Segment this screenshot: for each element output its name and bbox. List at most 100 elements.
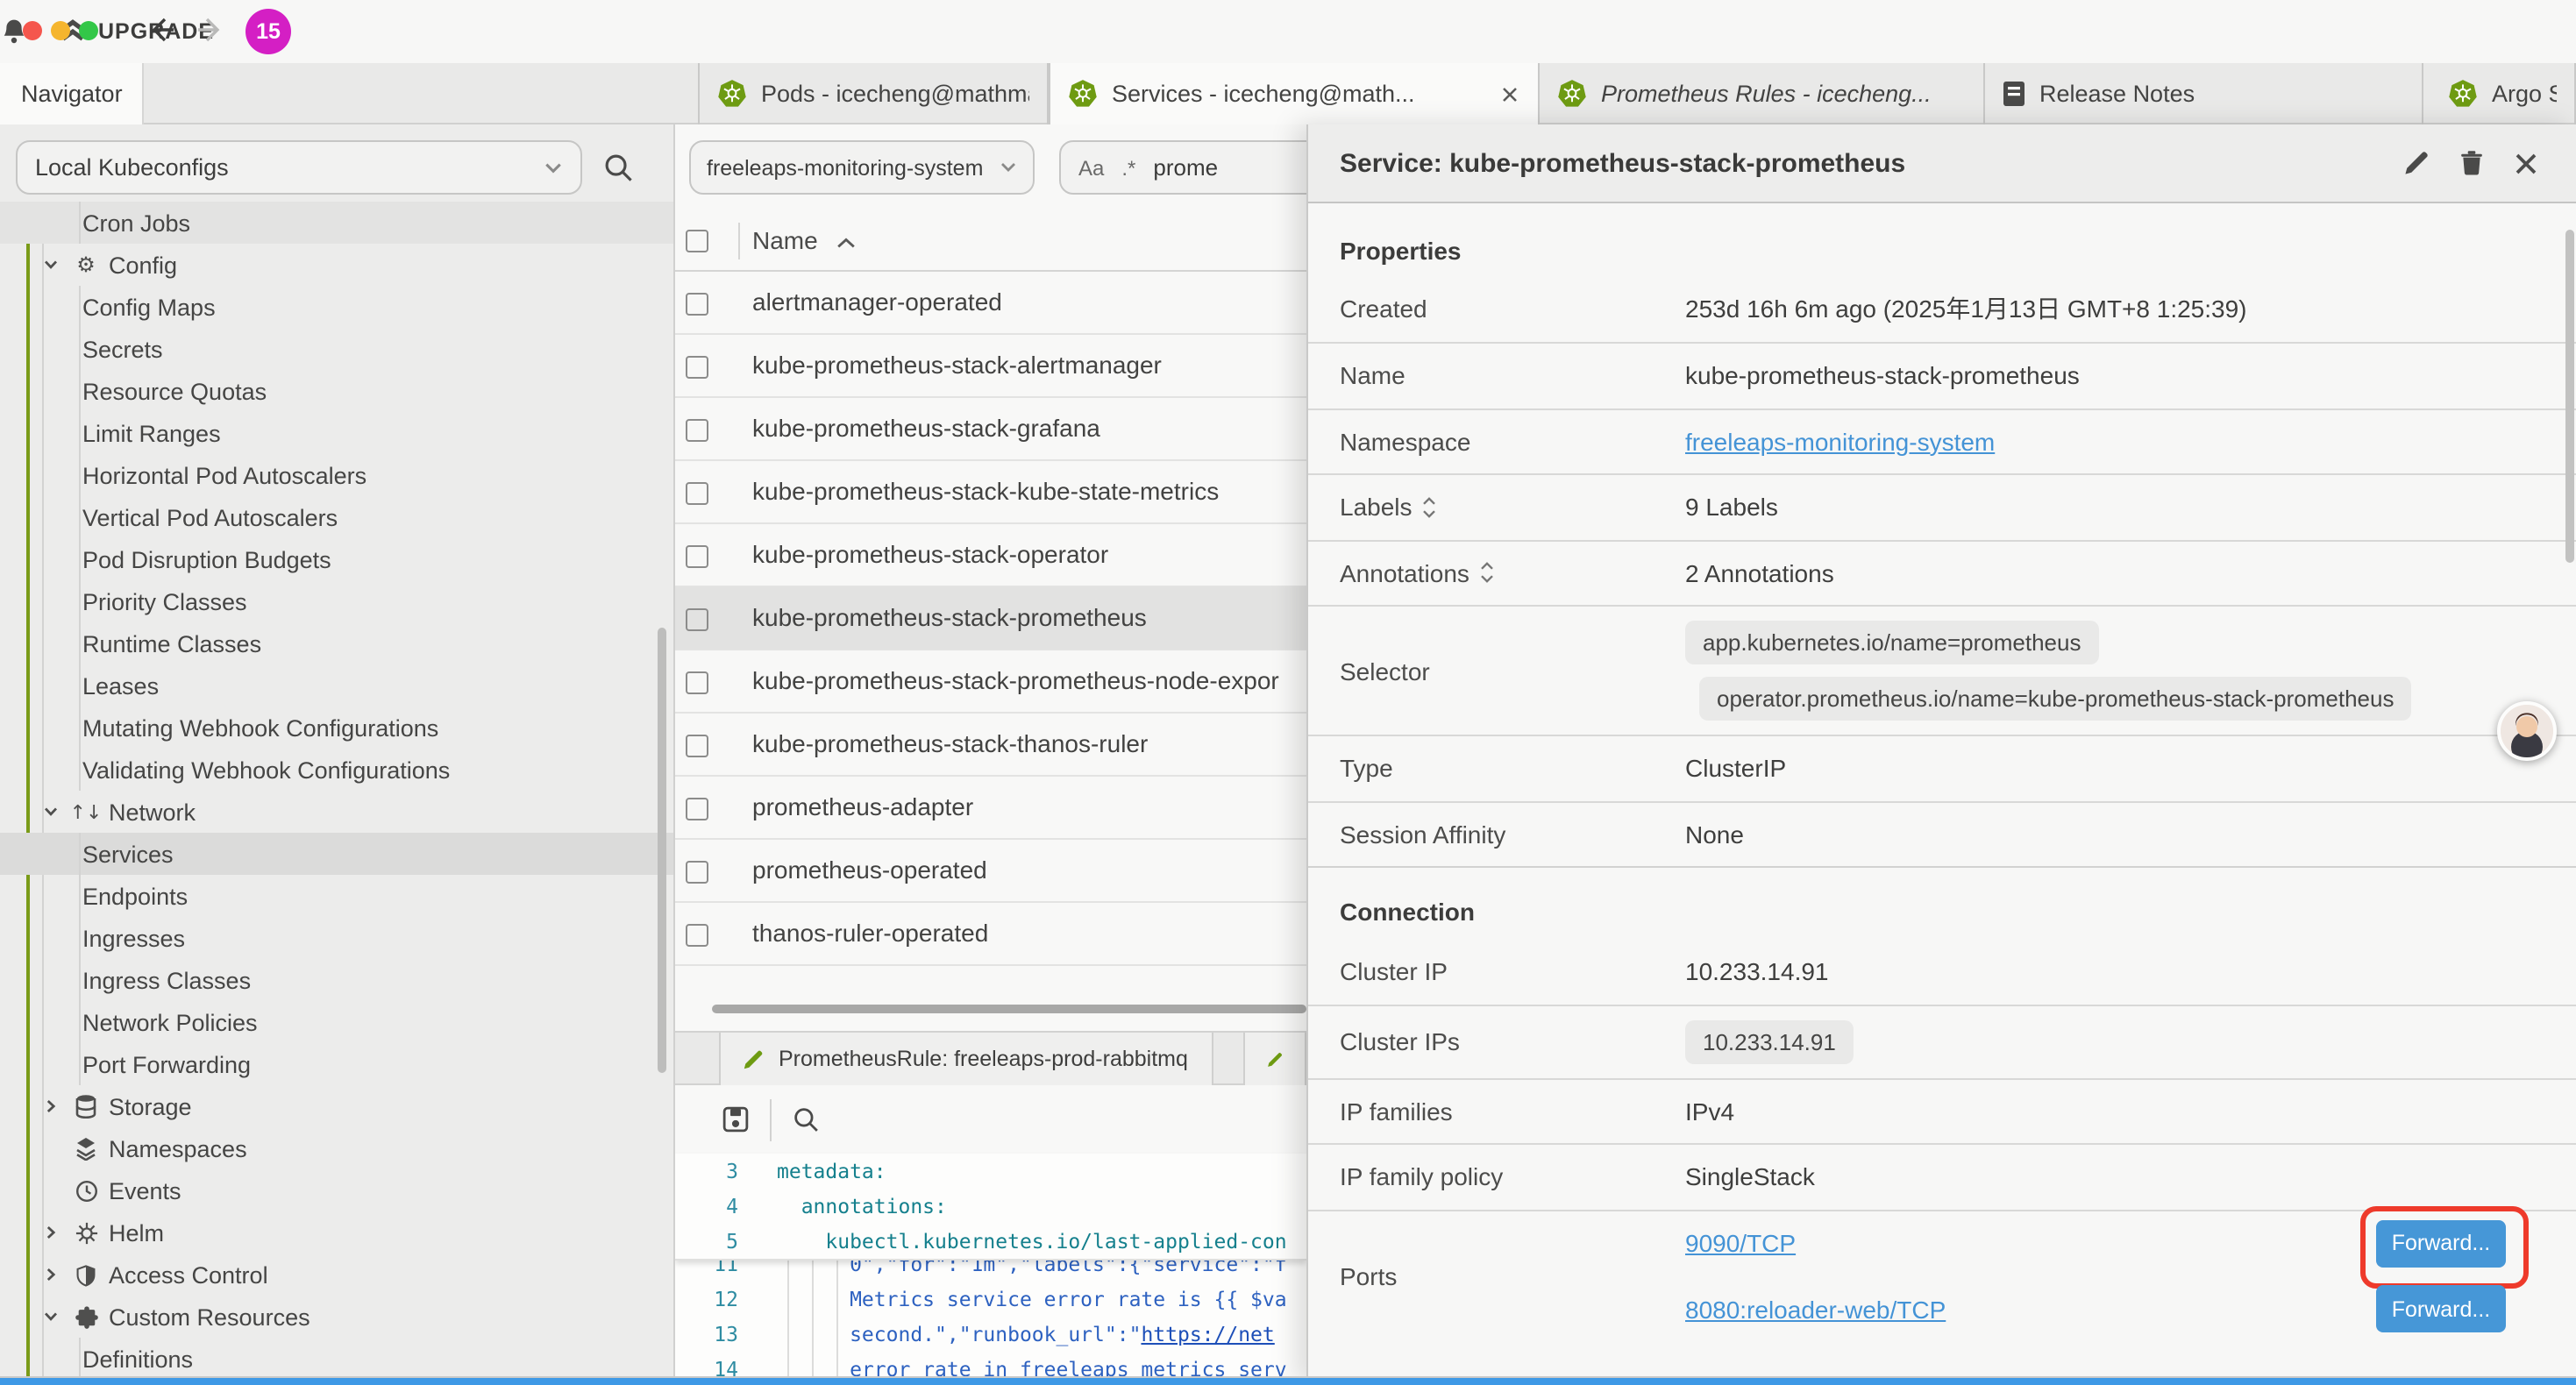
edit-pencil-icon[interactable] — [2402, 149, 2430, 177]
editor-tab[interactable]: PrometheusRule: freeleaps-prod-rabbitmq — [719, 1033, 1213, 1085]
chevron-down-icon[interactable] — [42, 256, 60, 273]
sidebar-item-definitions[interactable]: Definitions — [0, 1338, 675, 1380]
toolbar-divider — [770, 1098, 772, 1140]
select-all-checkbox[interactable] — [686, 230, 708, 252]
forward-button[interactable]: Forward... — [2376, 1286, 2506, 1333]
back-icon[interactable] — [147, 16, 175, 44]
close-window-button[interactable] — [23, 21, 42, 40]
sidebar-item-helm[interactable]: Helm — [0, 1211, 675, 1254]
trash-icon[interactable] — [2459, 149, 2485, 177]
sort-ascending-icon[interactable] — [836, 237, 856, 249]
sidebar-scrollbar[interactable] — [658, 628, 666, 1073]
sidebar-item-events[interactable]: Events — [0, 1169, 675, 1211]
sidebar-item-endpoints[interactable]: Endpoints — [0, 875, 675, 917]
port-link[interactable]: 8080:reloader-web/TCP — [1685, 1296, 1946, 1324]
tab-argo-se[interactable]: Argo Se — [2430, 62, 2576, 124]
sidebar-item-leases[interactable]: Leases — [0, 664, 675, 707]
table-row[interactable]: kube-prometheus-stack-prometheus — [675, 587, 1306, 650]
notification-count-badge[interactable]: 15 — [246, 9, 291, 54]
sidebar-item-config[interactable]: ⚙Config — [0, 244, 675, 286]
tab-prometheus-rules-icecheng[interactable]: Prometheus Rules - icecheng... — [1540, 62, 1985, 124]
row-checkbox[interactable] — [686, 419, 708, 442]
sidebar-item-custom-resources[interactable]: Custom Resources — [0, 1296, 675, 1338]
sidebar-item-config-maps[interactable]: Config Maps — [0, 286, 675, 328]
match-case-toggle[interactable]: Aa — [1078, 155, 1104, 180]
tab-services-icecheng-math[interactable]: Services - icecheng@math... — [1049, 62, 1540, 126]
row-checkbox[interactable] — [686, 671, 708, 694]
sidebar-item-services[interactable]: Services — [0, 833, 675, 875]
row-checkbox[interactable] — [686, 861, 708, 884]
port-link[interactable]: 9090/TCP — [1685, 1230, 1796, 1258]
table-row[interactable]: alertmanager-operated — [675, 272, 1306, 335]
maximize-window-button[interactable] — [79, 21, 98, 40]
namespace-select[interactable]: freeleaps-monitoring-system — [689, 140, 1035, 195]
row-checkbox[interactable] — [686, 293, 708, 316]
sidebar-item-runtime-classes[interactable]: Runtime Classes — [0, 622, 675, 664]
navigator-panel-tab[interactable]: Navigator — [0, 62, 144, 124]
close-tab-icon[interactable] — [1499, 84, 1520, 105]
chevron-down-icon[interactable] — [42, 1308, 60, 1325]
table-row[interactable]: kube-prometheus-stack-alertmanager — [675, 335, 1306, 398]
horizontal-scrollbar[interactable] — [675, 1003, 1306, 1015]
editor-line: 11 0","for":"1m","labels":{"service":"f — [675, 1261, 1306, 1282]
editor-tab-partial[interactable] — [1243, 1033, 1306, 1085]
name-column-header[interactable]: Name — [752, 226, 818, 254]
table-row[interactable]: kube-prometheus-stack-operator — [675, 524, 1306, 587]
sidebar-item-priority-classes[interactable]: Priority Classes — [0, 580, 675, 622]
sidebar-item-resource-quotas[interactable]: Resource Quotas — [0, 370, 675, 412]
forward-icon[interactable] — [196, 16, 224, 44]
sidebar-item-vertical-pod-autoscalers[interactable]: Vertical Pod Autoscalers — [0, 496, 675, 538]
chevron-down-icon[interactable] — [42, 803, 60, 820]
sort-updown-icon[interactable] — [1480, 562, 1494, 585]
sidebar-item-ingress-classes[interactable]: Ingress Classes — [0, 959, 675, 1001]
sidebar-item-horizontal-pod-autoscalers[interactable]: Horizontal Pod Autoscalers — [0, 454, 675, 496]
sidebar-item-port-forwarding[interactable]: Port Forwarding — [0, 1043, 675, 1085]
sidebar-item-namespaces[interactable]: Namespaces — [0, 1127, 675, 1169]
tab-release-notes[interactable]: Release Notes — [1985, 62, 2423, 124]
sidebar-item-ingresses[interactable]: Ingresses — [0, 917, 675, 959]
filter-input[interactable]: Aa .* prome — [1059, 140, 1306, 195]
kubeconfig-select[interactable]: Local Kubeconfigs — [16, 140, 582, 195]
row-checkbox[interactable] — [686, 482, 708, 505]
search-icon[interactable] — [603, 153, 633, 182]
row-checkbox[interactable] — [686, 735, 708, 757]
sidebar-item-secrets[interactable]: Secrets — [0, 328, 675, 370]
sort-updown-icon[interactable] — [1423, 496, 1437, 519]
chevron-right-icon[interactable] — [42, 1224, 60, 1241]
sidebar-item-cron-jobs[interactable]: Cron Jobs — [0, 202, 675, 244]
sidebar-item-pod-disruption-budgets[interactable]: Pod Disruption Budgets — [0, 538, 675, 580]
sidebar-item-validating-webhook-configurations[interactable]: Validating Webhook Configurations — [0, 749, 675, 791]
table-row[interactable]: kube-prometheus-stack-prometheus-node-ex… — [675, 650, 1306, 714]
row-checkbox[interactable] — [686, 924, 708, 947]
close-icon[interactable] — [2513, 150, 2539, 176]
table-row[interactable]: prometheus-adapter — [675, 777, 1306, 840]
row-checkbox[interactable] — [686, 356, 708, 379]
table-row[interactable]: thanos-ruler-operated — [675, 903, 1306, 966]
sidebar-item-limit-ranges[interactable]: Limit Ranges — [0, 412, 675, 454]
yaml-editor[interactable]: 11 0","for":"1m","labels":{"service":"f1… — [675, 1154, 1306, 1385]
sidebar-item-mutating-webhook-configurations[interactable]: Mutating Webhook Configurations — [0, 707, 675, 749]
sidebar-item-network[interactable]: ↑↓Network — [0, 791, 675, 833]
table-row[interactable]: kube-prometheus-stack-grafana — [675, 398, 1306, 461]
row-checkbox[interactable] — [686, 608, 708, 631]
table-row[interactable]: prometheus-operated — [675, 840, 1306, 903]
detail-scrollbar[interactable] — [2565, 230, 2574, 563]
chevron-right-icon[interactable] — [42, 1266, 60, 1283]
search-icon[interactable] — [793, 1106, 819, 1133]
table-row[interactable]: kube-prometheus-stack-kube-state-metrics — [675, 461, 1306, 524]
tab-pods-icecheng-mathmas[interactable]: Pods - icecheng@mathmas... — [698, 62, 1049, 124]
table-row[interactable]: kube-prometheus-stack-thanos-ruler — [675, 714, 1306, 777]
avatar[interactable] — [2497, 701, 2557, 761]
chevron-right-icon[interactable] — [42, 1097, 60, 1115]
row-checkbox[interactable] — [686, 545, 708, 568]
regex-toggle[interactable]: .* — [1121, 155, 1135, 180]
save-icon[interactable] — [722, 1106, 749, 1133]
namespace-link[interactable]: freeleaps-monitoring-system — [1685, 428, 1995, 456]
sidebar-item-network-policies[interactable]: Network Policies — [0, 1001, 675, 1043]
row-checkbox[interactable] — [686, 798, 708, 820]
editor-toolbar — [675, 1085, 1306, 1154]
minimize-window-button[interactable] — [51, 21, 70, 40]
forward-button[interactable]: Forward... — [2376, 1220, 2506, 1268]
sidebar-item-access-control[interactable]: Access Control — [0, 1254, 675, 1296]
sidebar-item-storage[interactable]: Storage — [0, 1085, 675, 1127]
